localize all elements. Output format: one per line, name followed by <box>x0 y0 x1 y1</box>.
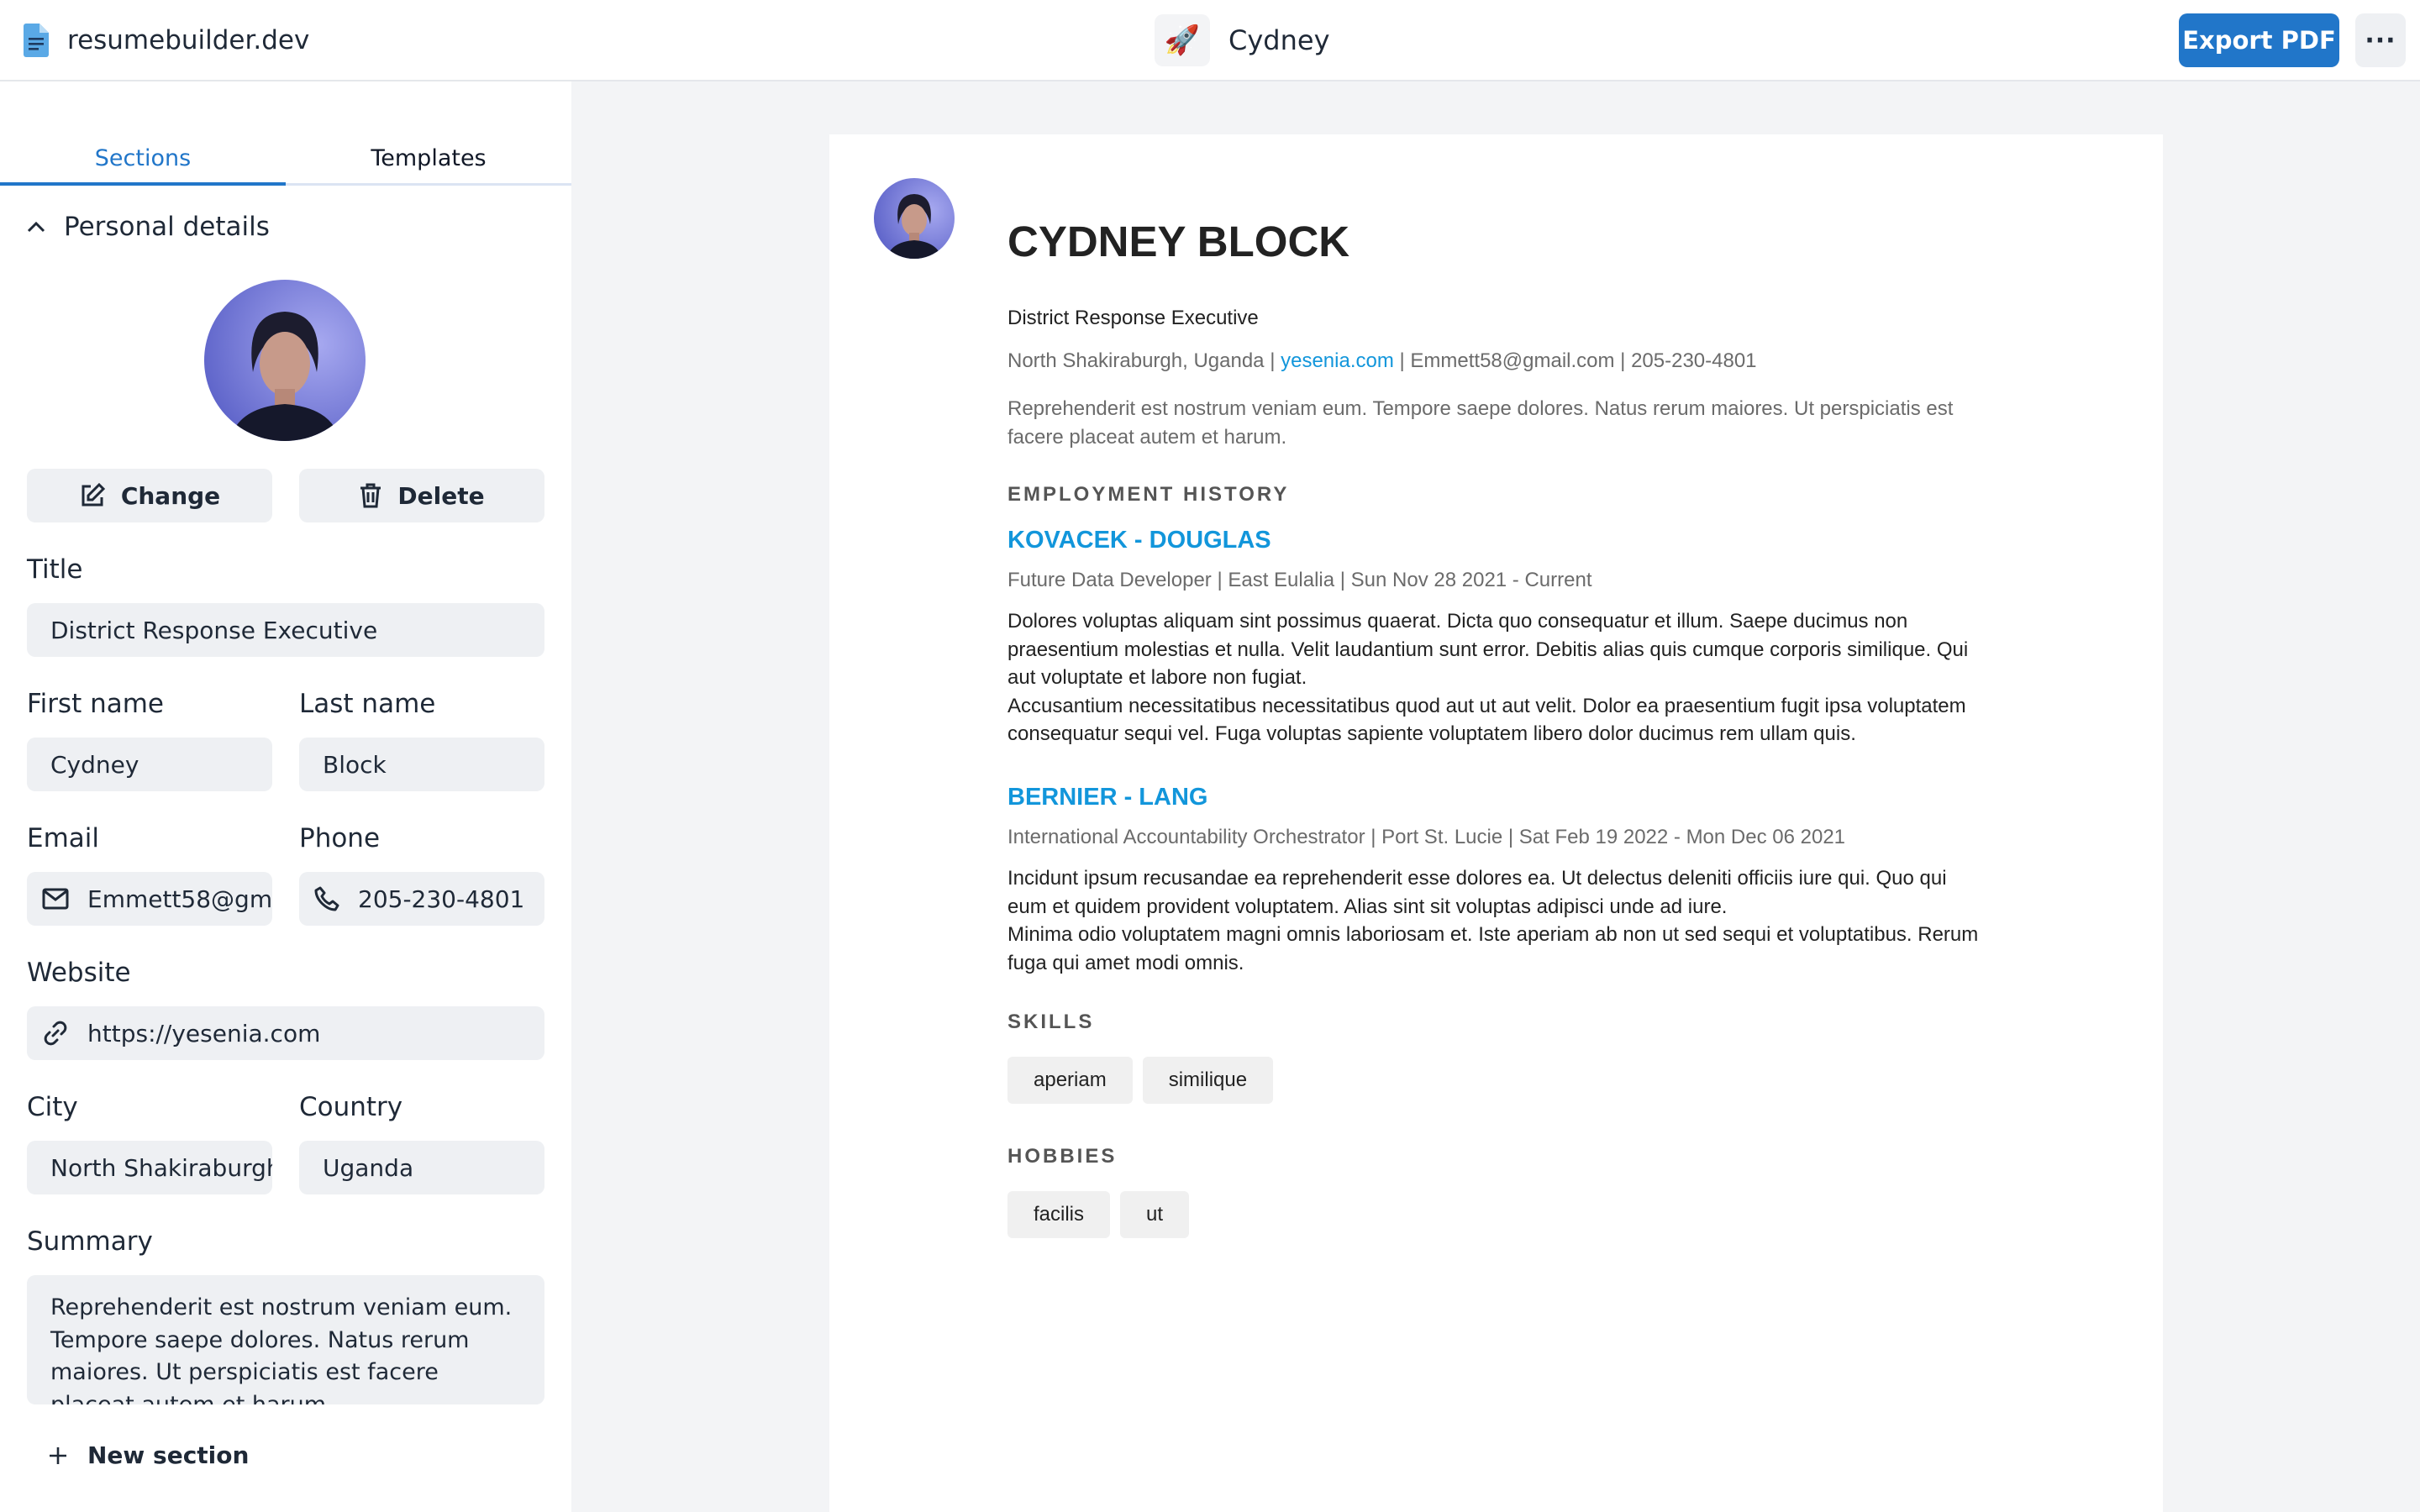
app-name: resumebuilder.dev <box>67 24 310 55</box>
job-meta: International Accountability Orchestrato… <box>1007 826 1846 848</box>
job-company: BERNIER - LANG <box>1007 784 1208 811</box>
chevron-up-icon <box>27 221 45 233</box>
country-field[interactable]: Uganda <box>299 1141 544 1194</box>
title-field[interactable]: District Response Executive <box>27 603 544 657</box>
resume-preview: CYDNEY BLOCK District Response Executive… <box>829 134 2163 1512</box>
rocket-icon: 🚀 <box>1155 14 1210 66</box>
new-section-label: New section <box>87 1441 250 1469</box>
hobbies-heading: HOBBIES <box>1007 1145 1118 1168</box>
more-icon[interactable]: ··· <box>2355 13 2406 67</box>
city-field[interactable]: North Shakiraburgh <box>27 1141 272 1194</box>
phone-icon <box>314 886 339 911</box>
title-label: Title <box>27 554 83 585</box>
first-name-field[interactable]: Cydney <box>27 738 272 791</box>
job-description: Incidunt ipsum recusandae ea reprehender… <box>1007 864 1982 977</box>
job-paragraph: Minima odio voluptatem magni omnis labor… <box>1007 923 1979 974</box>
job-meta: Future Data Developer | East Eulalia | S… <box>1007 569 1592 591</box>
contact-email-phone: | Emmett58@gmail.com | 205-230-4801 <box>1393 349 1757 372</box>
last-name-field[interactable]: Block <box>299 738 544 791</box>
website-value: https://yesenia.com <box>87 1019 321 1047</box>
resume-title: District Response Executive <box>1007 307 1259 329</box>
delete-photo-button[interactable]: Delete <box>299 469 544 522</box>
export-pdf-button[interactable]: Export PDF <box>2179 13 2339 67</box>
resume-avatar <box>874 178 955 259</box>
resume-name: CYDNEY BLOCK <box>1007 218 1350 265</box>
employment-heading: EMPLOYMENT HISTORY <box>1007 483 1290 506</box>
resume-summary: Reprehenderit est nostrum veniam eum. Te… <box>1007 397 1954 449</box>
email-value: Emmett58@gmail.com <box>87 885 272 913</box>
plus-icon <box>50 1446 66 1464</box>
mail-icon <box>42 888 69 910</box>
hobby-chip: facilis <box>1007 1191 1111 1238</box>
document-title-text: Cydney <box>1228 24 1330 56</box>
phone-field[interactable]: 205-230-4801 <box>299 872 544 926</box>
skills-heading: SKILLS <box>1007 1011 1095 1033</box>
hobby-chip: ut <box>1120 1191 1190 1238</box>
email-label: Email <box>27 823 100 853</box>
resume-contact: North Shakiraburgh, Uganda | yesenia.com… <box>1007 349 1982 373</box>
tab-sections[interactable]: Sections <box>0 135 286 186</box>
country-label: Country <box>299 1092 403 1122</box>
brand[interactable]: resumebuilder.dev <box>24 23 310 57</box>
delete-label: Delete <box>397 481 485 510</box>
skills-list: aperiam similique <box>1007 1057 1982 1104</box>
email-field[interactable]: Emmett58@gmail.com <box>27 872 272 926</box>
contact-website-link[interactable]: yesenia.com <box>1281 349 1394 372</box>
skill-chip: aperiam <box>1007 1057 1133 1104</box>
hobbies-list: facilis ut <box>1007 1191 1982 1238</box>
section-title: Personal details <box>64 212 270 242</box>
sidebar: Sections Templates Personal details Chan… <box>0 81 571 1512</box>
first-name-label: First name <box>27 689 165 719</box>
job-paragraph: Dolores voluptas aliquam sint possimus q… <box>1007 610 1969 689</box>
skill-chip: similique <box>1142 1057 1274 1104</box>
website-field[interactable]: https://yesenia.com <box>27 1006 544 1060</box>
sidebar-tabs: Sections Templates <box>0 135 571 186</box>
summary-field[interactable]: Reprehenderit est nostrum veniam eum. Te… <box>27 1275 544 1404</box>
last-name-label: Last name <box>299 689 436 719</box>
phone-value: 205-230-4801 <box>358 885 525 913</box>
change-label: Change <box>120 481 221 510</box>
job-company: KOVACEK - DOUGLAS <box>1007 527 1271 554</box>
phone-label: Phone <box>299 823 381 853</box>
document-icon <box>24 23 49 57</box>
city-label: City <box>27 1092 78 1122</box>
tab-templates[interactable]: Templates <box>286 135 571 183</box>
change-photo-button[interactable]: Change <box>27 469 272 522</box>
link-icon <box>44 1021 67 1046</box>
job-paragraph: Incidunt ipsum recusandae ea reprehender… <box>1007 867 1947 918</box>
document-title[interactable]: 🚀 Cydney <box>1155 14 1330 66</box>
personal-details-header[interactable]: Personal details <box>27 212 270 242</box>
website-label: Website <box>27 958 131 988</box>
summary-label: Summary <box>27 1226 153 1257</box>
job-description: Dolores voluptas aliquam sint possimus q… <box>1007 607 1982 748</box>
contact-location: North Shakiraburgh, Uganda | <box>1007 349 1281 372</box>
new-section-button[interactable]: New section <box>49 1441 249 1469</box>
job-paragraph: Accusantium necessitatibus necessitatibu… <box>1007 694 1966 746</box>
avatar <box>204 280 366 441</box>
edit-icon <box>82 482 105 507</box>
trash-icon <box>360 483 381 508</box>
